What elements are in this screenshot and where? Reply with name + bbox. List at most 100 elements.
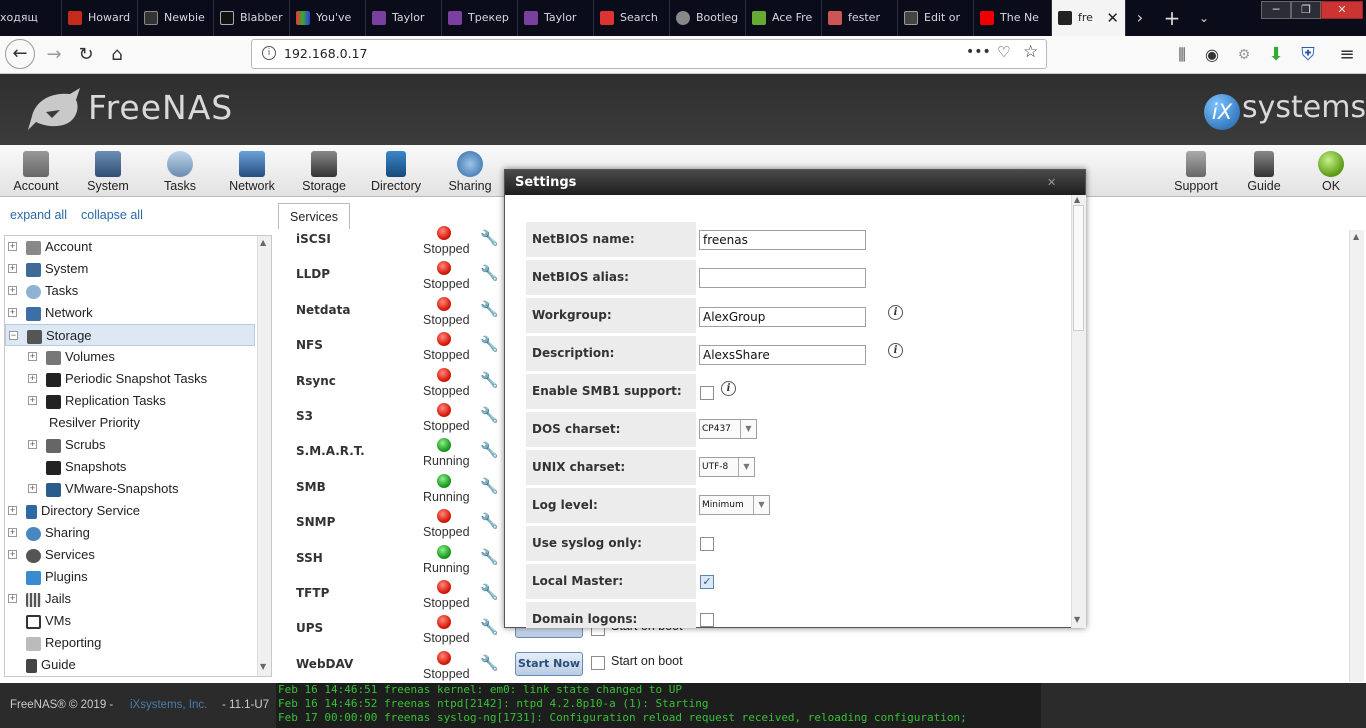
toolbar-guide-button[interactable]: Guide bbox=[1236, 145, 1292, 197]
browser-tab[interactable]: Search bbox=[594, 0, 670, 36]
workgroup-info-icon[interactable]: i bbox=[888, 305, 903, 320]
expand-icon[interactable]: + bbox=[28, 352, 37, 361]
workgroup-input[interactable]: AlexGroup bbox=[699, 307, 866, 327]
netbios-name-input[interactable]: freenas bbox=[699, 230, 866, 250]
tab-scroll-right-icon[interactable]: › bbox=[1128, 0, 1152, 36]
browser-tab[interactable]: The Ne bbox=[974, 0, 1052, 36]
enable-smb1-checkbox[interactable] bbox=[700, 386, 714, 400]
expand-icon[interactable]: + bbox=[8, 506, 17, 515]
expand-icon[interactable]: + bbox=[8, 308, 17, 317]
toolbar-account-button[interactable]: Account bbox=[8, 145, 64, 197]
collapse-icon[interactable]: − bbox=[9, 331, 18, 340]
service-settings-wrench-icon[interactable]: 🔧 bbox=[480, 371, 499, 389]
back-icon[interactable]: ← bbox=[5, 39, 35, 69]
dos-charset-select[interactable]: CP437 ▼ bbox=[699, 419, 757, 439]
minimize-window-icon[interactable]: ─ bbox=[1261, 1, 1291, 19]
expand-icon[interactable]: + bbox=[8, 550, 17, 559]
browser-tab[interactable]: Edit or bbox=[898, 0, 974, 36]
expand-icon[interactable]: + bbox=[8, 286, 17, 295]
expand-icon[interactable]: + bbox=[8, 242, 17, 251]
start-now-button-webdav[interactable]: Start Now bbox=[515, 652, 583, 676]
tree-scrollbar[interactable]: ▲ ▼ bbox=[257, 236, 271, 676]
tab-list-icon[interactable]: ⌄ bbox=[1192, 0, 1216, 36]
browser-tab[interactable]: You've bbox=[290, 0, 366, 36]
expand-all-link[interactable]: expand all bbox=[10, 208, 67, 222]
browser-tab[interactable]: Bootleg bbox=[670, 0, 746, 36]
scroll-down-icon[interactable]: ▼ bbox=[260, 662, 266, 671]
browser-tab[interactable]: ходящ bbox=[0, 0, 62, 36]
tree-item-resilver-priority[interactable]: Resilver Priority bbox=[49, 412, 140, 434]
close-window-icon[interactable]: ✕ bbox=[1321, 1, 1363, 19]
syslog-only-checkbox[interactable] bbox=[700, 537, 714, 551]
toolbar-system-button[interactable]: System bbox=[80, 145, 136, 197]
sync-icon[interactable]: ◉ bbox=[1198, 41, 1226, 69]
service-settings-wrench-icon[interactable]: 🔧 bbox=[480, 441, 499, 459]
download-icon[interactable]: ⬇ bbox=[1262, 41, 1290, 69]
home-icon[interactable]: ⌂ bbox=[103, 41, 131, 69]
scroll-up-icon[interactable]: ▲ bbox=[1074, 195, 1080, 204]
tree-item-storage[interactable]: − Storage bbox=[5, 324, 255, 346]
new-tab-icon[interactable]: + bbox=[1160, 0, 1184, 36]
toolbar-directory-button[interactable]: Directory bbox=[366, 145, 426, 197]
browser-tab[interactable]: Трекер bbox=[442, 0, 518, 36]
service-settings-wrench-icon[interactable]: 🔧 bbox=[480, 229, 499, 247]
shield-icon[interactable]: ⛨ bbox=[1294, 41, 1322, 69]
tree-item-vms[interactable]: VMs bbox=[26, 610, 71, 632]
reload-icon[interactable]: ↻ bbox=[72, 41, 100, 69]
tree-item-guide[interactable]: Guide bbox=[26, 654, 76, 676]
scroll-up-icon[interactable]: ▲ bbox=[1353, 232, 1359, 241]
tab-services[interactable]: Services bbox=[278, 203, 350, 229]
browser-tab[interactable]: Blabber bbox=[214, 0, 290, 36]
service-settings-wrench-icon[interactable]: 🔧 bbox=[480, 548, 499, 566]
toolbar-tasks-button[interactable]: Tasks bbox=[152, 145, 208, 197]
browser-tab[interactable]: fester bbox=[822, 0, 898, 36]
toolbar-storage-button[interactable]: Storage bbox=[296, 145, 352, 197]
start-on-boot-checkbox-webdav[interactable] bbox=[591, 656, 605, 670]
forward-icon[interactable]: → bbox=[40, 41, 68, 69]
domain-logons-checkbox[interactable] bbox=[700, 613, 714, 627]
expand-icon[interactable]: + bbox=[28, 440, 37, 449]
unix-charset-select[interactable]: UTF-8 ▼ bbox=[699, 457, 755, 477]
service-settings-wrench-icon[interactable]: 🔧 bbox=[480, 654, 499, 672]
bookmark-star-icon[interactable]: ☆ bbox=[1023, 42, 1038, 62]
browser-tab[interactable]: Taylor bbox=[518, 0, 594, 36]
browser-tab[interactable]: Ace Fre bbox=[746, 0, 822, 36]
url-bar[interactable]: i 192.168.0.17 ••• ♡ ☆ bbox=[251, 39, 1047, 69]
toolbar-sharing-button[interactable]: Sharing bbox=[442, 145, 498, 197]
tree-item-reporting[interactable]: Reporting bbox=[26, 632, 101, 654]
service-settings-wrench-icon[interactable]: 🔧 bbox=[480, 300, 499, 318]
expand-icon[interactable]: + bbox=[28, 374, 37, 383]
service-settings-wrench-icon[interactable]: 🔧 bbox=[480, 477, 499, 495]
collapse-all-link[interactable]: collapse all bbox=[81, 208, 143, 222]
scroll-down-icon[interactable]: ▼ bbox=[1074, 615, 1080, 624]
maximize-window-icon[interactable]: ❐ bbox=[1291, 1, 1321, 19]
scroll-up-icon[interactable]: ▲ bbox=[260, 238, 266, 247]
dialog-scrollbar[interactable]: ▲ ▼ bbox=[1071, 195, 1086, 628]
tree-item-plugins[interactable]: Plugins bbox=[26, 566, 88, 588]
smb1-info-icon[interactable]: i bbox=[721, 381, 736, 396]
tree-item-snapshots[interactable]: Snapshots bbox=[46, 456, 126, 478]
netbios-alias-input[interactable] bbox=[699, 268, 866, 288]
expand-icon[interactable]: + bbox=[8, 264, 17, 273]
expand-icon[interactable]: + bbox=[28, 396, 37, 405]
service-settings-wrench-icon[interactable]: 🔧 bbox=[480, 583, 499, 601]
expand-icon[interactable]: + bbox=[8, 594, 17, 603]
service-settings-wrench-icon[interactable]: 🔧 bbox=[480, 335, 499, 353]
expand-icon[interactable]: + bbox=[28, 484, 37, 493]
description-input[interactable]: AlexsShare bbox=[699, 345, 866, 365]
toolbar-network-button[interactable]: Network bbox=[224, 145, 280, 197]
description-info-icon[interactable]: i bbox=[888, 343, 903, 358]
menu-icon[interactable]: ≡ bbox=[1333, 41, 1361, 69]
dialog-scroll-thumb[interactable] bbox=[1073, 205, 1084, 331]
extension-bike-icon[interactable]: ⚙ bbox=[1230, 41, 1258, 69]
browser-tab-active[interactable]: fre ✕ bbox=[1052, 0, 1126, 36]
services-scrollbar[interactable]: ▲ bbox=[1349, 230, 1364, 682]
local-master-checkbox[interactable]: ✓ bbox=[700, 575, 714, 589]
library-icon[interactable]: ⫼ bbox=[1168, 41, 1196, 69]
browser-tab[interactable]: Newbie bbox=[138, 0, 214, 36]
dialog-close-icon[interactable]: ✕ bbox=[1047, 170, 1056, 195]
pocket-icon[interactable]: ♡ bbox=[997, 43, 1010, 61]
browser-tab[interactable]: Howard bbox=[62, 0, 138, 36]
log-level-select[interactable]: Minimum ▼ bbox=[699, 495, 770, 515]
service-settings-wrench-icon[interactable]: 🔧 bbox=[480, 618, 499, 636]
